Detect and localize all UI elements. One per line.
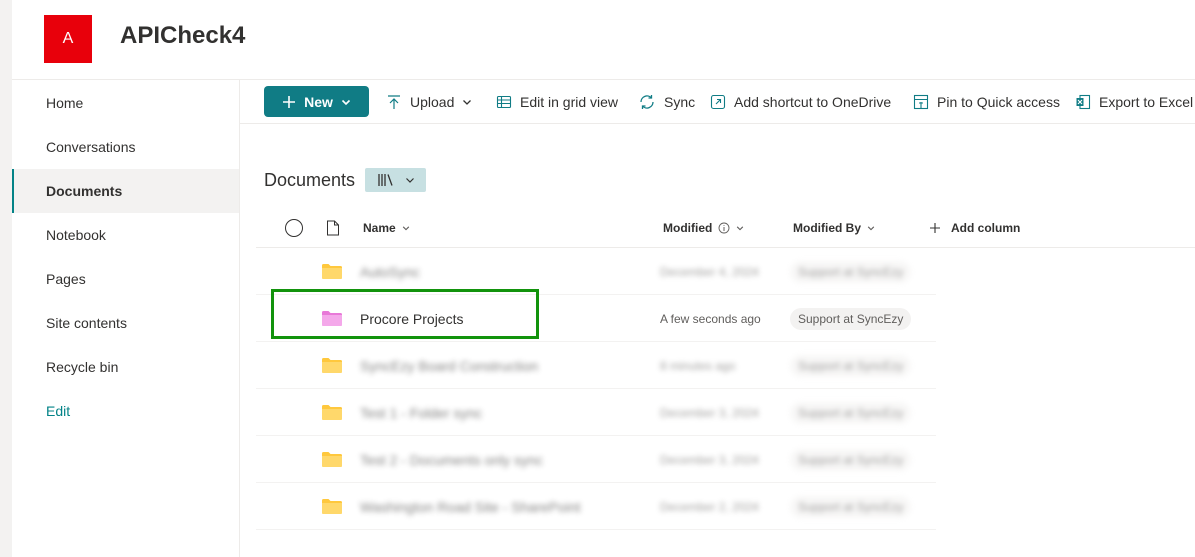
sharepoint-page: A APICheck4 Home Conversations Documents… xyxy=(0,0,1195,557)
modified-column-label: Modified xyxy=(663,221,713,235)
circle-checkbox-icon xyxy=(285,219,303,237)
pin-to-quick-access-button[interactable]: Pin to Quick access xyxy=(913,86,1060,117)
add-shortcut-button[interactable]: Add shortcut to OneDrive xyxy=(710,86,891,117)
sync-icon xyxy=(640,94,654,109)
nav-home[interactable]: Home xyxy=(12,81,239,125)
item-modified-by[interactable]: Support at SyncEzy xyxy=(790,355,912,377)
edit-in-grid-view-button[interactable]: Edit in grid view xyxy=(496,86,618,117)
chevron-down-icon xyxy=(405,178,414,183)
nav-documents[interactable]: Documents xyxy=(12,169,239,213)
add-column-button[interactable]: Add column xyxy=(929,208,1020,248)
plus-icon xyxy=(930,223,940,233)
plus-icon xyxy=(283,95,296,108)
nav-conversations[interactable]: Conversations xyxy=(12,125,239,169)
item-modified: 8 minutes ago xyxy=(660,358,736,373)
list-item[interactable]: Washington Road Site - SharePoint Decemb… xyxy=(256,483,936,530)
item-name[interactable]: Washington Road Site - SharePoint xyxy=(360,483,581,530)
add-column-label: Add column xyxy=(951,221,1021,235)
chevron-down-icon xyxy=(341,99,350,105)
info-icon xyxy=(718,222,730,234)
item-modified: December 4, 2024 xyxy=(660,264,759,279)
left-navigation: Home Conversations Documents Notebook Pa… xyxy=(12,79,240,557)
name-column-header[interactable]: Name xyxy=(363,208,410,248)
nav-site-contents[interactable]: Site contents xyxy=(12,301,239,345)
grid-icon xyxy=(496,95,512,108)
app-bar xyxy=(0,0,12,557)
shortcut-icon xyxy=(710,94,726,109)
highlight-annotation-box xyxy=(271,289,539,339)
item-modified-by[interactable]: Support at SyncEzy xyxy=(790,496,912,518)
site-logo-letter: A xyxy=(62,30,74,47)
view-switcher[interactable] xyxy=(365,168,426,192)
list-item[interactable]: AutoSync December 4, 2024 Support at Syn… xyxy=(256,248,936,295)
nav-pages[interactable]: Pages xyxy=(12,257,239,301)
shortcut-label: Add shortcut to OneDrive xyxy=(734,93,892,110)
chevron-down-icon xyxy=(737,226,744,231)
site-header: A APICheck4 xyxy=(12,0,1195,79)
item-modified-by[interactable]: Support at SyncEzy xyxy=(790,261,912,283)
sync-button[interactable]: Sync xyxy=(638,86,695,117)
document-icon xyxy=(327,220,339,236)
export-to-excel-button[interactable]: Export to Excel xyxy=(1075,86,1193,117)
library-view-icon xyxy=(377,174,393,186)
chevron-down-icon xyxy=(867,226,875,231)
new-button-label: New xyxy=(304,93,333,110)
nav-recycle-bin[interactable]: Recycle bin xyxy=(12,345,239,389)
item-name[interactable]: Test 2 - Documents only sync xyxy=(360,436,543,483)
name-column-label: Name xyxy=(363,221,396,235)
item-modified: December 2, 2024 xyxy=(660,499,759,514)
excel-icon xyxy=(1076,94,1091,109)
chevron-down-icon xyxy=(402,226,409,231)
item-modified: December 3, 2024 xyxy=(660,452,759,467)
item-modified-by[interactable]: Support at SyncEzy xyxy=(790,449,912,471)
folder-icon xyxy=(322,405,342,420)
folder-icon xyxy=(322,499,342,514)
item-modified: December 3, 2024 xyxy=(660,405,759,420)
modified-by-column-header[interactable]: Modified By xyxy=(793,208,875,248)
sync-label: Sync xyxy=(664,93,696,110)
nav-notebook[interactable]: Notebook xyxy=(12,213,239,257)
pin-label: Pin to Quick access xyxy=(937,93,1060,110)
item-modified-by[interactable]: Support at SyncEzy xyxy=(790,402,912,424)
item-name[interactable]: Test 1 - Folder sync xyxy=(360,389,482,436)
new-button[interactable]: New xyxy=(264,86,369,117)
item-modified: A few seconds ago xyxy=(660,311,761,326)
list-item[interactable]: SyncEzy Board Construction 8 minutes ago… xyxy=(256,342,936,389)
edit-grid-label: Edit in grid view xyxy=(520,93,619,110)
folder-icon xyxy=(322,358,342,373)
site-logo[interactable]: A xyxy=(44,15,92,63)
command-bar: New Upload Edit in grid view Sync Add sh… xyxy=(240,79,1195,124)
modified-by-column-label: Modified By xyxy=(793,221,861,235)
upload-icon xyxy=(388,94,400,109)
library-title: Documents xyxy=(264,170,356,190)
upload-label: Upload xyxy=(410,93,455,110)
item-name[interactable]: SyncEzy Board Construction xyxy=(360,342,538,389)
select-all-checkbox[interactable] xyxy=(284,208,304,248)
list-item[interactable]: Test 2 - Documents only sync December 3,… xyxy=(256,436,936,483)
export-label: Export to Excel xyxy=(1099,93,1194,110)
column-header-row: Name Modified Modified By Add column xyxy=(256,208,1195,248)
item-modified-by[interactable]: Support at SyncEzy xyxy=(790,308,912,330)
item-name[interactable]: AutoSync xyxy=(360,248,420,295)
folder-icon xyxy=(322,452,342,467)
upload-button[interactable]: Upload xyxy=(386,86,472,117)
nav-edit-link[interactable]: Edit xyxy=(12,389,239,433)
file-type-column[interactable] xyxy=(326,208,340,248)
chevron-down-icon xyxy=(463,99,472,105)
pin-icon xyxy=(913,94,929,109)
folder-icon xyxy=(322,264,342,279)
list-item[interactable]: Test 1 - Folder sync December 3, 2024 Su… xyxy=(256,389,936,436)
modified-column-header[interactable]: Modified xyxy=(663,208,744,248)
site-title[interactable]: APICheck4 xyxy=(120,22,245,50)
